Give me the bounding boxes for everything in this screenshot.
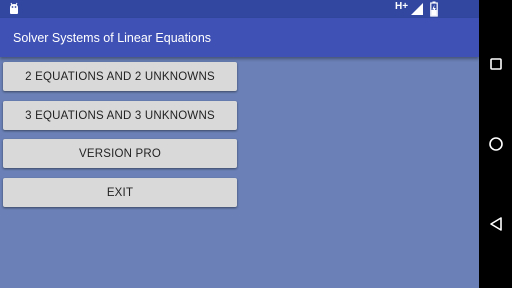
system-nav-bar	[479, 0, 512, 288]
page-title: Solver Systems of Linear Equations	[13, 31, 212, 45]
network-type-label: H+	[395, 1, 409, 12]
android-debug-icon	[10, 2, 18, 14]
status-bar: H+	[0, 0, 479, 18]
exit-button[interactable]: EXIT	[3, 178, 237, 207]
three-equations-button[interactable]: 3 EQUATIONS AND 3 UNKNOWNS	[3, 101, 237, 130]
back-button[interactable]	[479, 204, 512, 244]
battery-charging-icon	[430, 1, 438, 17]
recent-apps-icon	[489, 58, 502, 70]
signal-icon	[411, 3, 423, 15]
app-screen: H+ Solver Systems of Linear Equations 2 …	[0, 0, 479, 288]
version-pro-button[interactable]: VERSION PRO	[3, 139, 237, 168]
two-equations-button[interactable]: 2 EQUATIONS AND 2 UNKNOWNS	[3, 62, 237, 91]
home-button[interactable]	[479, 124, 512, 164]
recent-apps-button[interactable]	[479, 44, 512, 84]
back-icon	[489, 217, 502, 231]
app-bar: Solver Systems of Linear Equations	[0, 18, 479, 57]
home-icon	[488, 137, 503, 151]
